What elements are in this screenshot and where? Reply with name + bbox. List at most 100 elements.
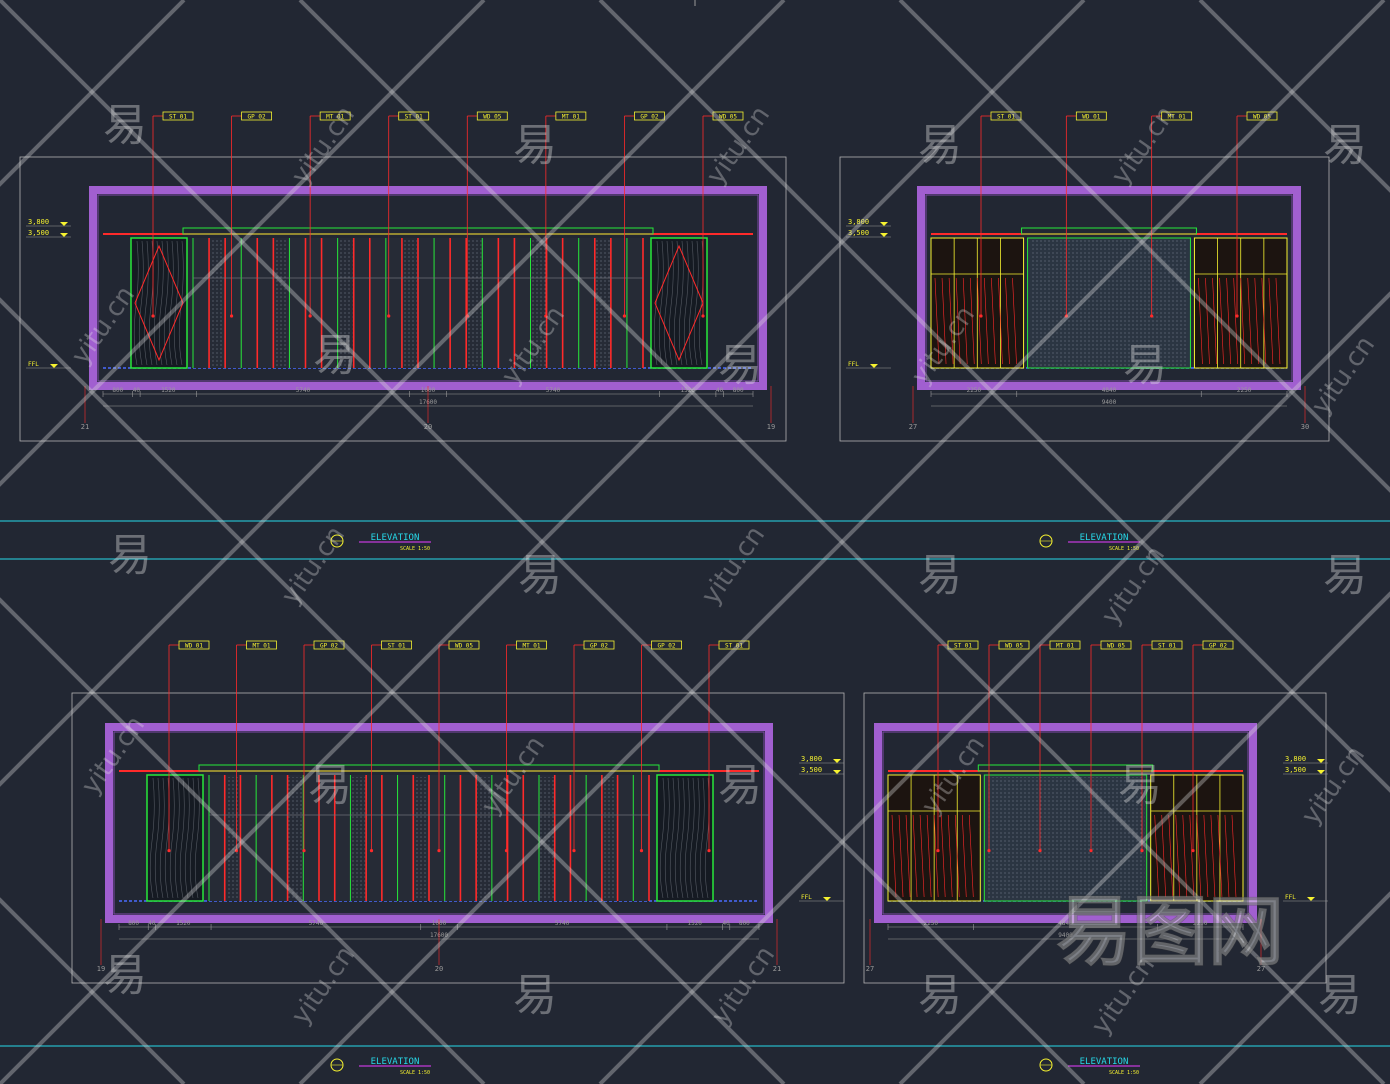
ffl-label: FFL [801, 894, 812, 901]
level-triangle [880, 233, 888, 237]
cad-drawing-canvas: ST 01 GP 02 MT 01 ST 01 WD 05 MT 01 GP 02 WD 05… [0, 0, 1390, 1084]
watermark-logo: 易图网 [1056, 887, 1284, 976]
ffl-label: FFL [848, 361, 859, 368]
material-tag-label: MT 01 [1056, 643, 1074, 650]
level-label: 3,800 [28, 218, 49, 226]
material-tag-label: MT 01 [252, 643, 270, 650]
level-triangle [1317, 759, 1325, 763]
tag-dot [387, 314, 391, 318]
tag-dot [1038, 849, 1042, 853]
watermark-domain: yitu.cn [696, 521, 771, 611]
watermark-char: 易 [103, 950, 147, 1001]
perforated-panel [414, 777, 428, 899]
tag-dot [936, 849, 940, 853]
dimension-label: 40 [723, 920, 731, 927]
elevation-sheet-top-left: ST 01 GP 02 MT 01 ST 01 WD 05 MT 01 GP 02 WD 05… [19, 111, 787, 552]
material-tag-label: ST 01 [169, 114, 187, 121]
level-label: 3,800 [1285, 755, 1306, 763]
perforated-panel [402, 240, 417, 366]
dimension-label: 5740 [296, 387, 311, 394]
ffl-label: FFL [1285, 894, 1296, 901]
drawing-title-block: ELEVATIONSCALE 1:50 [1039, 533, 1140, 552]
tag-dot [707, 849, 711, 853]
tag-dot [504, 849, 509, 853]
watermark-char: 易 [1323, 550, 1367, 601]
level-triangle [880, 222, 888, 226]
material-tag-label: GP 02 [248, 114, 266, 121]
overall-dimension-label: 9400 [1102, 399, 1117, 406]
watermark-char: 易 [1123, 340, 1167, 391]
door-frame [650, 237, 708, 369]
watermark-domain: yitu.cn [1306, 331, 1381, 421]
watermark-char: 易 [918, 550, 962, 601]
watermark-char: 易 [518, 550, 562, 601]
tag-dot [1235, 314, 1239, 318]
dimension-label: 40 [133, 387, 141, 394]
tag-dot [229, 314, 234, 318]
level-triangle [833, 770, 841, 774]
grid-label: 27 [866, 965, 874, 973]
material-tag-label: WD 05 [455, 643, 473, 650]
watermark-char: 易 [718, 340, 762, 391]
dimension-label: 800 [739, 920, 750, 927]
drawing-scale: SCALE 1:50 [1109, 1070, 1139, 1076]
dimension-label: 2250 [967, 387, 982, 394]
material-tag-label: WD 01 [185, 643, 203, 650]
watermark-char: 易 [108, 530, 152, 581]
watermark-char: 易 [513, 120, 557, 171]
watermark-char: 易 [918, 970, 962, 1021]
material-tag-label: GP 02 [640, 114, 658, 121]
material-tag-label: ST 01 [954, 643, 972, 650]
perforated-panel [274, 240, 289, 366]
perforated-panel [210, 240, 225, 366]
watermark-domain: yitu.cn [286, 101, 361, 191]
grid-label: 20 [435, 965, 443, 973]
tag-dot [701, 314, 705, 318]
tag-dot [369, 849, 374, 853]
material-tag-label: WD 05 [1005, 643, 1023, 650]
watermark-char: 易 [718, 760, 762, 811]
tag-dot [1191, 849, 1195, 853]
tag-dot [639, 849, 644, 853]
tag-dot [1150, 314, 1154, 318]
watermark-char: 易 [1318, 970, 1362, 1021]
ffl-triangle [870, 364, 878, 368]
dimension-label: 1520 [176, 920, 191, 927]
dimension-label: 40 [148, 920, 156, 927]
dimension-label: 800 [112, 387, 123, 394]
tag-dot [308, 314, 312, 318]
material-tag-label: GP 02 [657, 643, 675, 650]
tag-dot [1140, 849, 1144, 853]
level-label: 3,800 [801, 755, 822, 763]
watermark-domain: yitu.cn [276, 521, 351, 611]
level-label: 3,500 [801, 766, 822, 774]
dimension-label: 5740 [555, 920, 570, 927]
watermark-char: 易 [513, 970, 557, 1021]
tag-dot [151, 314, 155, 318]
watermark-char: 易 [1323, 120, 1367, 171]
dimension-label: 1520 [161, 387, 176, 394]
material-tag-label: MT 01 [562, 114, 580, 121]
tag-dot [622, 314, 627, 318]
watermark-domain: yitu.cn [1296, 741, 1371, 831]
perforated-panel [602, 777, 617, 899]
dimension-label: 5740 [546, 387, 561, 394]
material-tag-label: GP 02 [590, 643, 608, 650]
tag-dot [987, 849, 991, 853]
watermark-char: 易 [313, 330, 357, 381]
grid-label: 21 [81, 423, 89, 431]
ffl-label: FFL [28, 361, 39, 368]
perforated-panel [351, 777, 366, 899]
level-label: 3,500 [28, 229, 49, 237]
watermark-char: 易 [103, 100, 147, 151]
drawing-scale: SCALE 1:50 [400, 546, 430, 552]
tag-dot [302, 849, 306, 853]
material-tag-label: WD 05 [1107, 643, 1125, 650]
watermark-domain: yitu.cn [706, 941, 781, 1031]
material-tag-label: GP 02 [320, 643, 338, 650]
dimension-label: 1520 [687, 920, 702, 927]
material-tag-label: WD 01 [1082, 114, 1100, 121]
watermark-char: 易 [308, 760, 352, 811]
drawing-title-block: ELEVATIONSCALE 1:50 [330, 1057, 431, 1076]
material-tag-label: MT 01 [522, 643, 540, 650]
